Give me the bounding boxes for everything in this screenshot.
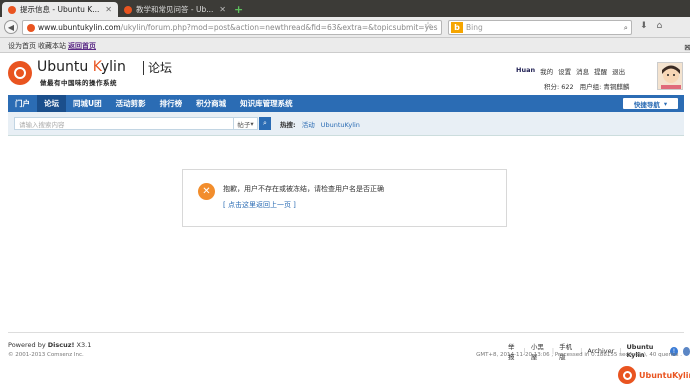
go-back-link[interactable]: [ 点击这里返回上一页 ] <box>223 200 296 210</box>
footer-link-mobile[interactable]: 手机版 <box>559 341 575 361</box>
site-tagline: 做最有中国味的操作系统 <box>40 79 117 87</box>
nav-event-photos[interactable]: 活动剪影 <box>109 95 153 112</box>
search-icon[interactable]: ⌕ <box>624 23 628 33</box>
search-bar[interactable]: b Bing ⌕ <box>448 20 632 35</box>
user-link-notices[interactable]: 提醒 <box>594 66 607 76</box>
nav-points-mall[interactable]: 积分商城 <box>189 95 233 112</box>
hot-link-activity[interactable]: 活动 <box>302 121 315 129</box>
search-placeholder: Bing <box>466 23 483 32</box>
url-host: www.ubuntukylin.com <box>38 23 121 32</box>
bing-icon: b <box>451 22 463 33</box>
search-type-label: 帖子 <box>237 120 251 129</box>
close-bar-icon[interactable]: ✕ <box>684 43 690 52</box>
bookmark-set-homepage[interactable]: 设为首页 <box>8 41 36 51</box>
security-badge-icon[interactable] <box>682 346 690 356</box>
nav-knowledge-base[interactable]: 知识库管理系统 <box>233 95 300 112</box>
url-path: /ukylin/forum.php?mod=post&action=newthr… <box>120 23 438 32</box>
ubuntu-kylin-logo-icon <box>618 366 636 384</box>
browser-navbar: ◀ www.ubuntukylin.com /ukylin/forum.php?… <box>0 17 690 38</box>
discuz-link[interactable]: Discuz! <box>48 341 75 349</box>
hot-label: 热搜: <box>280 121 296 129</box>
main-nav: 门户 论坛 同城U团 活动剪影 排行榜 积分商城 知识库管理系统 快捷导航 ▾ <box>8 95 684 112</box>
page-content: Ubuntu Kylin 论坛 做最有中国味的操作系统 Huan 我的 设置 消… <box>0 53 690 389</box>
back-button[interactable]: ◀ <box>4 20 18 34</box>
footer-links: 举报 | 小黑屋 | 手机版 | Archiver | Ubuntu Kylin ! <box>508 341 690 361</box>
quick-nav-label: 快捷导航 <box>633 100 660 109</box>
tab-title: 教学和常见问答 - Ub... <box>136 5 214 14</box>
user-link-logout[interactable]: 退出 <box>612 66 625 76</box>
browser-tab[interactable]: 教学和常见问答 - Ub... ✕ <box>118 2 232 17</box>
corner-brand-logo: UbuntuKylin <box>618 366 690 384</box>
user-stats: 积分: 622 用户组: 青铜麒麟 <box>544 81 629 91</box>
powered-version: X3.1 <box>74 341 92 349</box>
search-type-select[interactable]: 帖子 ▾ <box>234 117 258 130</box>
logo-letter-k: K <box>92 59 101 75</box>
url-bar[interactable]: www.ubuntukylin.com /ukylin/forum.php?mo… <box>22 20 442 35</box>
browser-tab-active[interactable]: 提示信息 - Ubuntu K... ✕ <box>2 2 118 17</box>
footer-link-report[interactable]: 举报 <box>508 341 519 361</box>
error-icon: ✕ <box>198 183 215 200</box>
ubuntu-kylin-logo-icon[interactable] <box>8 61 32 85</box>
bookmark-return-home[interactable]: 返回首页 <box>68 41 96 51</box>
logo-word-ubuntu: Ubuntu <box>37 59 93 75</box>
nav-city-group[interactable]: 同城U团 <box>66 95 109 112</box>
user-menu: Huan 我的 设置 消息 提醒 退出 <box>516 66 625 76</box>
avatar[interactable] <box>657 62 683 90</box>
powered-prefix: Powered by <box>8 341 48 349</box>
logo-divider <box>143 61 144 75</box>
user-link-settings[interactable]: 设置 <box>558 66 571 76</box>
footer-link-blacklist[interactable]: 小黑屋 <box>531 341 547 361</box>
toolbar-icons: ⬇ ⌂ <box>640 21 662 31</box>
search-icon: ⌕ <box>263 119 267 127</box>
user-link-mine[interactable]: 我的 <box>540 66 553 76</box>
logo-word-ylin: ylin <box>100 59 126 75</box>
site-favicon-icon <box>27 23 35 32</box>
footer-divider <box>8 332 684 333</box>
bookmark-star-icon[interactable]: ☆ <box>424 21 432 31</box>
user-link-messages[interactable]: 消息 <box>576 66 589 76</box>
user-group[interactable]: 用户组: 青铜麒麟 <box>580 81 630 91</box>
user-points[interactable]: 积分: 622 <box>544 81 574 91</box>
nav-portal[interactable]: 门户 <box>8 95 37 112</box>
nav-forum[interactable]: 论坛 <box>37 95 66 112</box>
search-subbar: 请输入搜索内容 帖子 ▾ ⌕ 热搜: 活动 UbuntuKylin <box>8 112 684 136</box>
browser-tabbar: 提示信息 - Ubuntu K... ✕ 教学和常见问答 - Ub... ✕ + <box>0 0 690 17</box>
tab-title: 提示信息 - Ubuntu K... <box>20 5 100 14</box>
nav-ranking[interactable]: 排行榜 <box>153 95 190 112</box>
close-tab-icon[interactable]: ✕ <box>105 5 112 14</box>
copyright-text[interactable]: © 2001-2013 Comsenz Inc. <box>8 352 84 358</box>
corner-brand-text: UbuntuKylin <box>639 370 690 380</box>
chevron-down-icon: ▾ <box>663 99 668 108</box>
new-tab-button[interactable]: + <box>234 3 243 16</box>
powered-by: Powered by Discuz! X3.1 <box>8 341 91 349</box>
error-message-text: 抱歉，用户不存在或被冻结，请检查用户名是否正确 <box>223 185 384 193</box>
search-button[interactable]: ⌕ <box>259 117 271 130</box>
forum-search-input[interactable]: 请输入搜索内容 <box>14 117 234 130</box>
download-icon[interactable]: ⬇ <box>640 21 648 31</box>
ubuntu-favicon-icon <box>8 5 16 14</box>
copyright: © 2001-2013 Comsenz Inc. <box>8 352 84 358</box>
home-icon[interactable]: ⌂ <box>657 21 663 31</box>
footer-stats: GMT+8, 2014-11-20 13:06 , Processed in 0… <box>476 352 682 358</box>
bookmark-favorite[interactable]: 收藏本站 <box>38 41 66 51</box>
ubuntu-favicon-icon <box>124 5 132 14</box>
close-tab-icon[interactable]: ✕ <box>219 5 226 14</box>
chevron-down-icon: ▾ <box>250 119 254 128</box>
quick-nav-button[interactable]: 快捷导航 ▾ <box>623 98 678 109</box>
username-link[interactable]: Huan <box>516 66 535 76</box>
hot-searches: 热搜: 活动 UbuntuKylin <box>280 119 360 129</box>
logo-forum-label: 论坛 <box>148 61 173 75</box>
bookmarks-bar: 设为首页 收藏本站 返回首页 ⊟ ✕ <box>0 38 690 53</box>
site-logo-text[interactable]: Ubuntu Kylin <box>37 59 126 75</box>
hot-link-ubuntukylin[interactable]: UbuntuKylin <box>321 121 360 129</box>
error-message-box: ✕ 抱歉，用户不存在或被冻结，请检查用户名是否正确 [ 点击这里返回上一页 ] <box>182 169 507 227</box>
